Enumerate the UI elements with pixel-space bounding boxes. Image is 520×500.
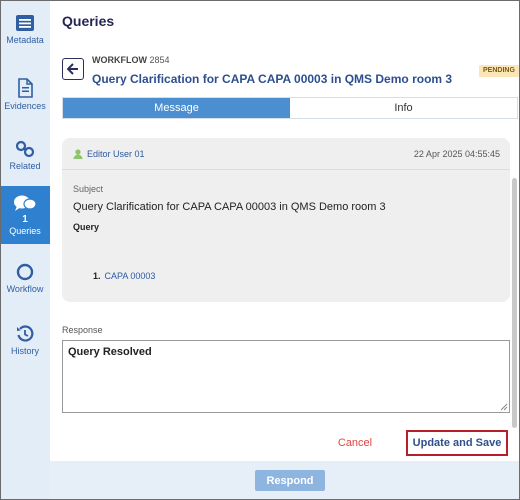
footer-bar: Respond [50, 461, 519, 499]
user-icon [73, 149, 83, 159]
query-item-number: 1. [93, 271, 101, 281]
response-label: Response [62, 325, 103, 335]
history-icon [17, 325, 34, 342]
workflow-id-line: WORKFLOW 2854 [92, 55, 170, 65]
sidebar-item-related[interactable]: Related [0, 140, 50, 171]
sidebar-item-label: Metadata [6, 35, 44, 45]
tab-info[interactable]: Info [290, 98, 517, 118]
query-card: Editor User 01 22 Apr 2025 04:55:45 Subj… [62, 138, 510, 302]
sidebar-item-label: Evidences [4, 101, 46, 111]
sidebar-item-label: History [10, 346, 39, 356]
workflow-title: Query Clarification for CAPA CAPA 00003 … [92, 72, 453, 86]
response-textarea[interactable]: Query Resolved [62, 340, 510, 413]
sidebar-item-queries[interactable]: 1 Queries [0, 186, 50, 244]
sidebar-item-label: Queries [9, 226, 41, 236]
back-button[interactable] [62, 58, 84, 80]
list-card-icon [16, 15, 34, 31]
status-badge: PENDING [479, 65, 519, 77]
sidebar-item-label: Workflow [6, 284, 44, 294]
query-author[interactable]: Editor User 01 [87, 149, 145, 159]
subject-label: Subject [73, 184, 104, 194]
update-and-save-button[interactable]: Update and Save [406, 430, 508, 456]
workflow-label: WORKFLOW [92, 55, 147, 65]
scrollbar-thumb[interactable] [512, 178, 517, 428]
query-timestamp: 22 Apr 2025 04:55:45 [413, 149, 500, 159]
sidebar-item-label: Related [9, 161, 41, 171]
scrollbar[interactable] [512, 120, 517, 450]
query-item-text: CAPA 00003 [104, 271, 156, 281]
sidebar-item-metadata[interactable]: Metadata [0, 14, 50, 45]
tab-message[interactable]: Message [63, 98, 290, 118]
sidebar-item-history[interactable]: History [0, 325, 50, 356]
page-title: Queries [62, 13, 115, 29]
queries-count: 1 [22, 214, 28, 225]
arrow-left-icon [67, 63, 78, 75]
workflow-id: 2854 [149, 55, 170, 65]
circle-icon [16, 263, 34, 281]
chat-bubbles-icon [14, 195, 37, 211]
link-icon [15, 140, 35, 158]
respond-button[interactable]: Respond [255, 470, 325, 491]
subject-text: Query Clarification for CAPA CAPA 00003 … [73, 201, 386, 213]
query-label: Query [73, 222, 100, 232]
document-icon [18, 78, 33, 98]
query-card-header: Editor User 01 22 Apr 2025 04:55:45 [62, 138, 510, 170]
tab-bar: Message Info [62, 97, 518, 119]
sidebar: Metadata Evidences Related 1 Queries Wor… [0, 0, 50, 500]
sidebar-item-evidences[interactable]: Evidences [0, 78, 50, 111]
sidebar-item-workflow[interactable]: Workflow [0, 263, 50, 294]
query-list-item[interactable]: 1. CAPA 00003 [93, 271, 155, 281]
cancel-button[interactable]: Cancel [325, 433, 385, 453]
resize-grip-icon[interactable] [500, 403, 508, 411]
